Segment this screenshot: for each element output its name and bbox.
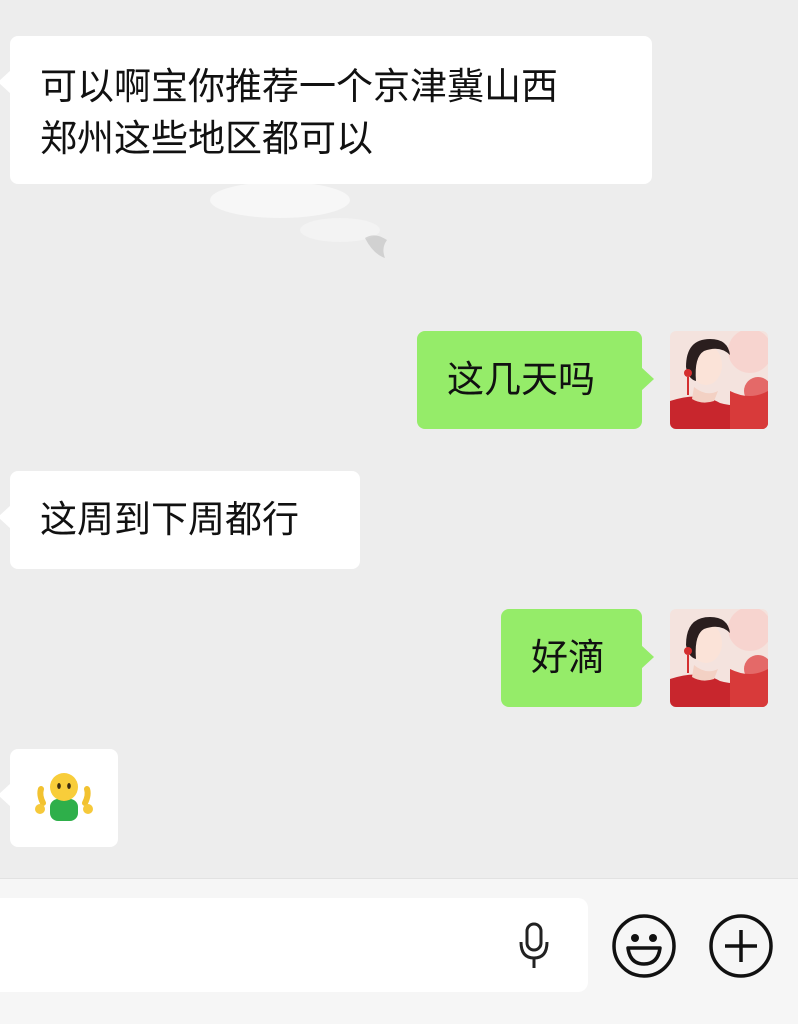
message-text-line: 可以啊宝你推荐一个京津冀山西 [40,65,558,108]
emoji-face-icon[interactable] [611,913,677,979]
message-bubble-incoming[interactable]: 这周到下周都行 [0,471,360,569]
avatar-portrait-image [670,331,768,429]
message-bubble-incoming[interactable] [0,749,118,847]
avatar-portrait-image [670,609,768,707]
message-bubble-incoming[interactable]: 可以啊宝你推荐一个京津冀山西 郑州这些地区都可以 [0,36,652,184]
message-text-line: 郑州这些地区都可以 [40,117,373,160]
message-text: 这几天吗 [447,358,595,401]
message-text: 这周到下周都行 [40,498,299,541]
user-avatar[interactable] [670,609,768,707]
user-avatar[interactable] [670,331,768,429]
message-input[interactable] [0,898,588,992]
input-bar [0,878,798,1024]
microphone-icon[interactable] [515,920,555,970]
plus-circle-icon[interactable] [708,913,774,979]
chat-area[interactable]: 可以啊宝你推荐一个京津冀山西 郑州这些地区都可以 这几天吗 这周到下周都行 好滴 [0,0,798,878]
message-bubble-outgoing[interactable]: 好滴 [501,609,654,707]
message-bubble-outgoing[interactable]: 这几天吗 [417,331,654,429]
shrug-person-emoji-icon [35,773,93,821]
message-text: 好滴 [531,636,605,679]
